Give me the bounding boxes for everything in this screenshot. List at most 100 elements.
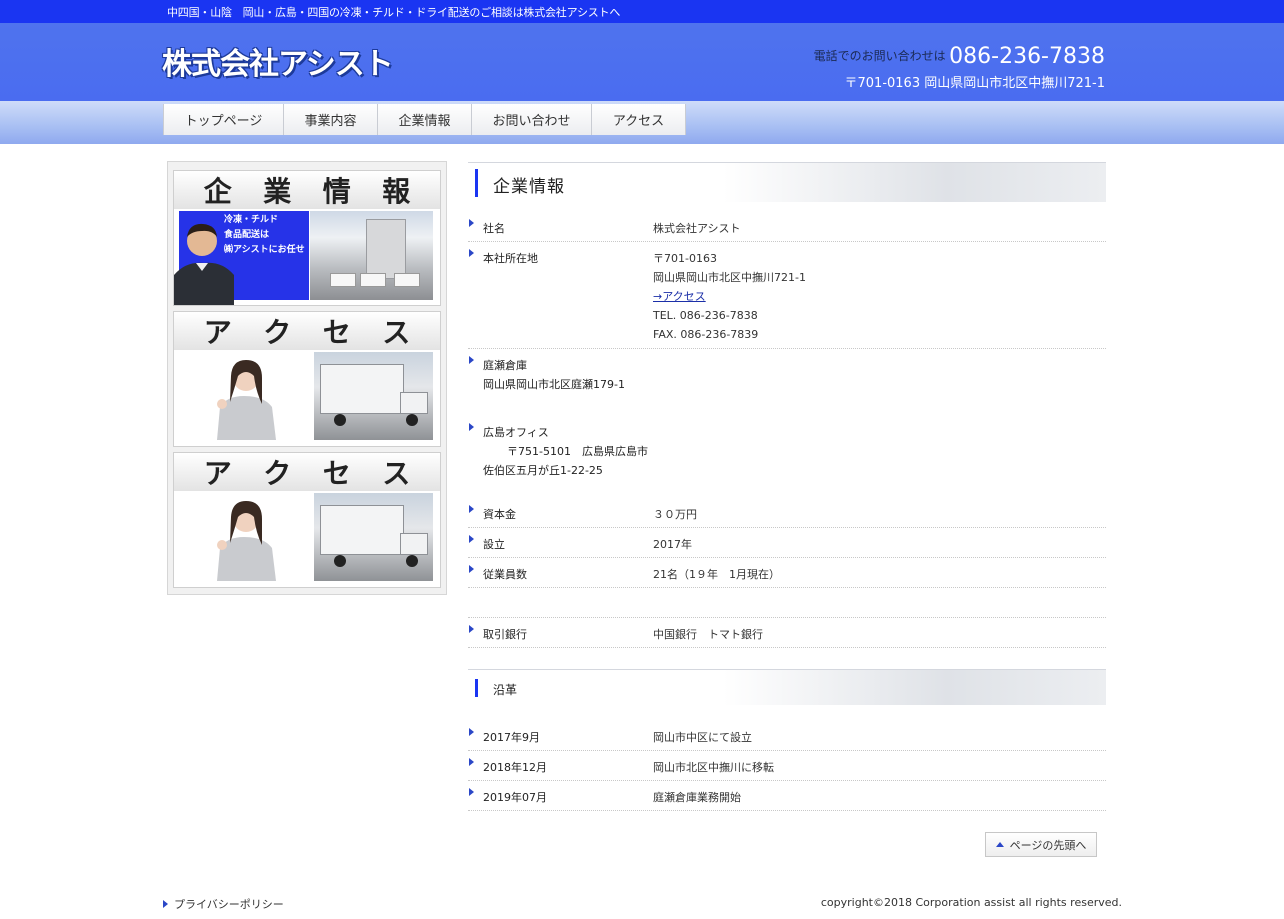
building-shape xyxy=(366,219,406,279)
info-value: 2017年 xyxy=(653,538,692,551)
hiroshima-address-line2: 佐伯区五月が丘1-22-25 xyxy=(483,464,603,477)
info-value: 中国銀行 トマト銀行 xyxy=(653,628,763,641)
wheel-shape xyxy=(334,555,346,567)
banner-heading-char: ス xyxy=(382,457,411,490)
site-header: 株式会社アシスト 電話でのお問い合わせは 086-236-7838 〒701-0… xyxy=(0,23,1284,101)
banner-heading-char: セ xyxy=(322,316,351,349)
info-label: 本社所在地 xyxy=(483,252,538,265)
history-date: 2018年12月 xyxy=(483,761,547,774)
bullet-triangle-icon xyxy=(469,505,474,513)
truck-cab-shape xyxy=(400,533,428,555)
bullet-triangle-icon xyxy=(469,625,474,633)
truck-box-shape xyxy=(320,364,404,414)
top-announcement-text: 中四国・山陰 岡山・広島・四国の冷凍・チルド・ドライ配送のご相談は株式会社アシス… xyxy=(167,6,621,19)
info-value: 21名（1９年 1月現在） xyxy=(653,568,780,581)
truck-shape xyxy=(360,273,386,287)
history-date: 2017年9月 xyxy=(483,731,540,744)
banner-heading-char: 報 xyxy=(382,175,411,208)
history-row: 2019年07月 庭瀬倉庫業務開始 xyxy=(468,781,1106,811)
hiroshima-address-line1: 〒751-5101 広島県広島市 xyxy=(507,445,648,458)
truck-cab-shape xyxy=(400,392,428,414)
banner-tagline: 冷凍・チルド 食品配送は ㈱アシストにお任せ xyxy=(224,213,305,258)
staff-woman-photo xyxy=(182,493,310,581)
banner-access-heading: ア ク セ ス xyxy=(174,453,440,491)
hq-postal: 〒701-0163 xyxy=(653,252,717,265)
tel-lead-text: 電話でのお問い合わせは xyxy=(813,49,946,63)
banner-heading-char: 情 xyxy=(322,175,351,208)
bullet-triangle-icon xyxy=(469,535,474,543)
staff-photo-icon xyxy=(174,223,234,305)
heading-accent-bar xyxy=(475,679,478,697)
truck-photo xyxy=(314,493,433,581)
woman-icon xyxy=(217,501,276,581)
banner-heading-char: ア xyxy=(203,457,232,490)
page-title: 企業情報 xyxy=(493,177,565,197)
info-label: 従業員数 xyxy=(483,568,527,581)
banner-tagline-line: ㈱アシストにお任せ xyxy=(224,245,305,255)
banner-access-2[interactable]: ア ク セ ス xyxy=(173,452,441,588)
hq-tel: TEL. 086-236-7838 xyxy=(653,309,758,322)
header-address: 〒701-0163 岡山県岡山市北区中撫川721-1 xyxy=(844,76,1106,91)
banner-heading-char: ク xyxy=(263,316,292,349)
arrow-up-icon xyxy=(995,842,1004,847)
bullet-triangle-icon xyxy=(163,900,168,908)
nav-contact[interactable]: お問い合わせ xyxy=(472,104,592,135)
history-event: 庭瀬倉庫業務開始 xyxy=(653,791,741,804)
bullet-triangle-icon xyxy=(469,423,474,431)
info-row-company-name: 社名 株式会社アシスト xyxy=(468,212,1106,242)
info-label: 取引銀行 xyxy=(483,628,527,641)
info-value: 株式会社アシスト xyxy=(653,222,741,235)
info-row-bank: 取引銀行 中国銀行 トマト銀行 xyxy=(468,618,1106,648)
truck-box-shape xyxy=(320,505,404,555)
hq-fax: FAX. 086-236-7839 xyxy=(653,328,759,341)
copyright-text: copyright©2018 Corporation assist all ri… xyxy=(820,896,1122,909)
global-nav: トップページ 事業内容 企業情報 お問い合わせ アクセス xyxy=(163,104,686,135)
info-row-empty xyxy=(468,588,1106,618)
history-event: 岡山市北区中撫川に移転 xyxy=(653,761,774,774)
banner-heading-char: ア xyxy=(203,316,232,349)
page-top-button[interactable]: ページの先頭へ xyxy=(985,832,1097,857)
bullet-triangle-icon xyxy=(469,249,474,257)
info-label: 庭瀬倉庫 xyxy=(483,359,527,372)
access-link[interactable]: →アクセス xyxy=(653,290,706,303)
truck-shape xyxy=(330,273,356,287)
banner-access-heading: ア ク セ ス xyxy=(174,312,440,350)
info-row-founded: 設立 2017年 xyxy=(468,528,1106,558)
bullet-triangle-icon xyxy=(469,565,474,573)
sidebar: 企 業 情 報 冷凍・チルド 食品配送は ㈱アシストにお任せ ア ク セ ス ア… xyxy=(167,161,447,595)
banner-tagline-line: 冷凍・チルド xyxy=(224,215,279,225)
nav-company-info[interactable]: 企業情報 xyxy=(378,104,472,135)
banner-company-heading: 企 業 情 報 xyxy=(174,171,440,209)
company-section-heading: 企業情報 xyxy=(468,162,1106,202)
banner-heading-char: セ xyxy=(322,457,351,490)
woman-icon xyxy=(217,360,276,440)
building-photo xyxy=(310,211,433,300)
wheel-shape xyxy=(406,555,418,567)
banner-tagline-line: 食品配送は xyxy=(224,230,270,240)
nav-access[interactable]: アクセス xyxy=(592,104,686,135)
header-tel: 電話でのお問い合わせは 086-236-7838 xyxy=(814,44,1105,69)
info-label: 設立 xyxy=(483,538,505,551)
info-label: 資本金 xyxy=(483,508,516,521)
global-nav-band: トップページ 事業内容 企業情報 お問い合わせ アクセス xyxy=(0,101,1284,144)
banner-heading-char: ク xyxy=(263,457,292,490)
site-logo[interactable]: 株式会社アシスト xyxy=(162,39,394,83)
banner-access-1[interactable]: ア ク セ ス xyxy=(173,311,441,447)
banner-heading-char: 企 xyxy=(203,175,232,208)
nav-top-page[interactable]: トップページ xyxy=(163,104,284,135)
bullet-triangle-icon xyxy=(469,356,474,364)
history-title: 沿革 xyxy=(493,683,518,697)
history-row: 2017年9月 岡山市中区にて設立 xyxy=(468,721,1106,751)
heading-accent-bar xyxy=(475,169,478,197)
bullet-triangle-icon xyxy=(469,728,474,736)
banner-company-info[interactable]: 企 業 情 報 冷凍・チルド 食品配送は ㈱アシストにお任せ xyxy=(173,170,441,306)
info-label: 広島オフィス xyxy=(483,426,549,439)
staff-woman-photo xyxy=(182,352,310,440)
nav-business[interactable]: 事業内容 xyxy=(284,104,378,135)
wheel-shape xyxy=(334,414,346,426)
warehouse-address: 岡山県岡山市北区庭瀬179-1 xyxy=(483,378,625,391)
info-row-headquarters: 本社所在地 〒701-0163 岡山県岡山市北区中撫川721-1 →アクセス T… xyxy=(468,242,1106,349)
privacy-policy-label: プライバシーポリシー xyxy=(174,898,284,911)
bullet-triangle-icon xyxy=(469,758,474,766)
privacy-policy-link[interactable]: プライバシーポリシー xyxy=(163,896,284,912)
